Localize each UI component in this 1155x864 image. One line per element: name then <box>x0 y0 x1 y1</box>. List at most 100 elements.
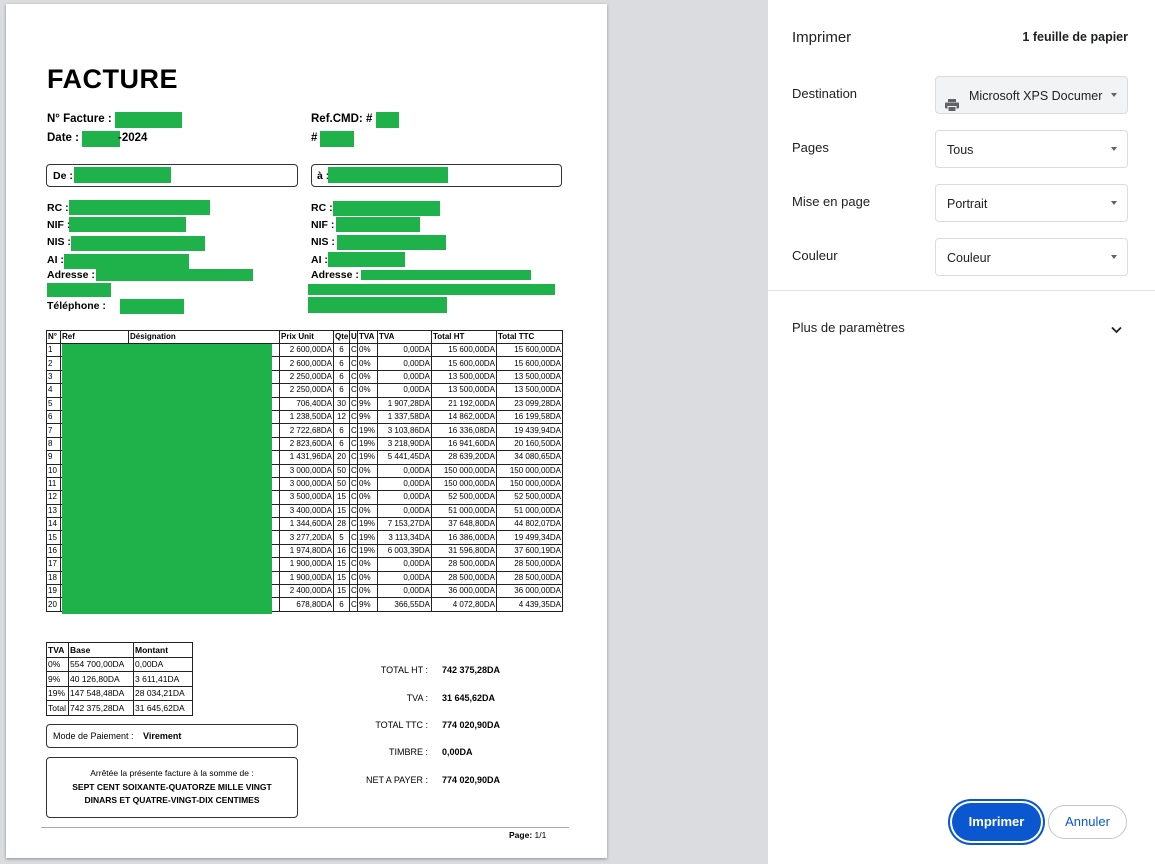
redacted-field <box>64 254 189 269</box>
table-cell: 3 000,00DA <box>279 476 334 492</box>
table-cell: C <box>349 463 358 478</box>
table-cell: 34 080,65DA <box>496 450 563 465</box>
table-cell: 3 000,00DA <box>279 463 334 478</box>
table-cell: 2 600,00DA <box>279 356 334 371</box>
table-cell: 15 <box>333 503 350 519</box>
table-cell: 4 <box>46 383 61 398</box>
redacted-field <box>69 200 210 215</box>
table-cell: 51 000,00DA <box>496 503 563 519</box>
table-cell: 15 600,00DA <box>496 356 563 371</box>
table-cell: 0,00DA <box>377 570 432 586</box>
table-cell: 6 <box>333 436 350 452</box>
table-cell: 0,00DA <box>377 342 432 358</box>
table-cell: 50 <box>333 476 350 492</box>
redacted-field <box>71 236 205 251</box>
table-cell: C <box>349 503 358 519</box>
destination-select[interactable]: Microsoft XPS Documer <box>935 76 1128 114</box>
table-cell: 15 600,00DA <box>431 356 497 371</box>
total-ttc-label: TOTAL TTC : <box>375 720 428 730</box>
color-select[interactable]: Couleur <box>935 238 1128 276</box>
table-cell: 44 802,07DA <box>496 517 563 532</box>
table-cell: 366,55DA <box>377 597 432 612</box>
cancel-button[interactable]: Annuler <box>1048 805 1127 839</box>
table-cell: 0% <box>357 356 378 371</box>
table-cell: 0,00DA <box>377 557 432 572</box>
table-cell: C <box>349 423 358 438</box>
table-cell: C <box>349 557 358 572</box>
table-cell: 0,00DA <box>377 584 432 599</box>
redacted-field <box>337 235 446 250</box>
table-cell: 19% <box>357 530 378 545</box>
table-cell: 52 500,00DA <box>431 490 497 505</box>
chevron-down-icon <box>1111 255 1117 259</box>
table-cell: 9 <box>46 450 61 465</box>
table-row: Total 742 375,28DA 31 645,62DA <box>46 700 193 716</box>
ai-label: AI : <box>311 254 328 266</box>
more-settings-label: Plus de paramètres <box>792 320 905 335</box>
table-cell: 9% <box>357 597 378 612</box>
redacted-field <box>308 284 555 295</box>
table-cell: C <box>349 342 358 358</box>
table-cell: 16 941,60DA <box>431 436 497 452</box>
layout-label: Mise en page <box>792 194 871 209</box>
nis-label: NIS : <box>311 236 335 248</box>
table-cell: 15 <box>333 570 350 586</box>
redacted-field <box>376 112 399 128</box>
table-cell: Total <box>46 700 69 716</box>
table-cell: 13 <box>46 503 61 519</box>
table-cell: 554 700,00DA <box>68 656 134 672</box>
amount-words-box: Arrêtée la présente facture à la somme d… <box>46 757 298 818</box>
table-cell: 0,00DA <box>377 490 432 505</box>
table-cell: 14 <box>46 517 61 532</box>
table-cell: 3 500,00DA <box>279 490 334 505</box>
table-cell: 3 400,00DA <box>279 503 334 519</box>
table-cell: 19% <box>46 685 69 701</box>
table-cell: 28 500,00DA <box>431 570 497 586</box>
col-header: Désignation <box>128 330 280 344</box>
table-cell: 2 722,68DA <box>279 423 334 438</box>
table-cell: 1 337,58DA <box>377 409 432 425</box>
col-header: Total HT <box>431 330 497 344</box>
ai-label: AI : <box>47 254 64 266</box>
table-cell: 0,00DA <box>377 476 432 492</box>
table-cell: 4 072,80DA <box>431 597 497 612</box>
table-cell: 30 <box>333 396 350 411</box>
table-cell: C <box>349 369 358 385</box>
more-settings-toggle[interactable]: Plus de paramètres <box>768 305 1155 349</box>
table-cell: C <box>349 543 358 559</box>
table-cell: 1 907,28DA <box>377 396 432 411</box>
table-cell: 9% <box>357 396 378 411</box>
table-cell: 0% <box>357 557 378 572</box>
table-cell: 0% <box>357 570 378 586</box>
col-header: Prix Unit <box>279 330 334 344</box>
col-header: U <box>349 330 358 344</box>
print-button[interactable]: Imprimer <box>952 803 1041 841</box>
table-cell: 15 <box>333 490 350 505</box>
layout-select[interactable]: Portrait <box>935 184 1128 222</box>
redacted-field <box>320 131 354 147</box>
table-cell: 18 <box>46 570 61 586</box>
table-cell: 1 344,60DA <box>279 517 334 532</box>
table-cell: 17 <box>46 557 61 572</box>
print-preview-area: FACTURE N° Facture : Date : -2024 Ref.CM… <box>0 0 768 864</box>
table-cell: 2 823,60DA <box>279 436 334 452</box>
table-cell: 50 <box>333 463 350 478</box>
table-cell: C <box>349 409 358 425</box>
table-cell: C <box>349 517 358 532</box>
payment-label: Mode de Paiement : <box>53 731 134 741</box>
table-cell: 0% <box>357 503 378 519</box>
table-cell: C <box>349 530 358 545</box>
table-cell: 19% <box>357 436 378 452</box>
pages-select[interactable]: Tous <box>935 130 1128 168</box>
timbre-label: TIMBRE : <box>388 747 428 757</box>
print-title: Imprimer <box>792 29 852 46</box>
table-cell: 0% <box>357 490 378 505</box>
table-cell: 28 500,00DA <box>496 557 563 572</box>
table-cell: 1 238,50DA <box>279 409 334 425</box>
col-header: TVA <box>377 330 432 344</box>
destination-value: Microsoft XPS Documer <box>969 89 1103 103</box>
table-cell: C <box>349 597 358 612</box>
table-cell: 14 862,00DA <box>431 409 497 425</box>
table-cell: 28 500,00DA <box>431 557 497 572</box>
redacted-field <box>96 269 253 281</box>
